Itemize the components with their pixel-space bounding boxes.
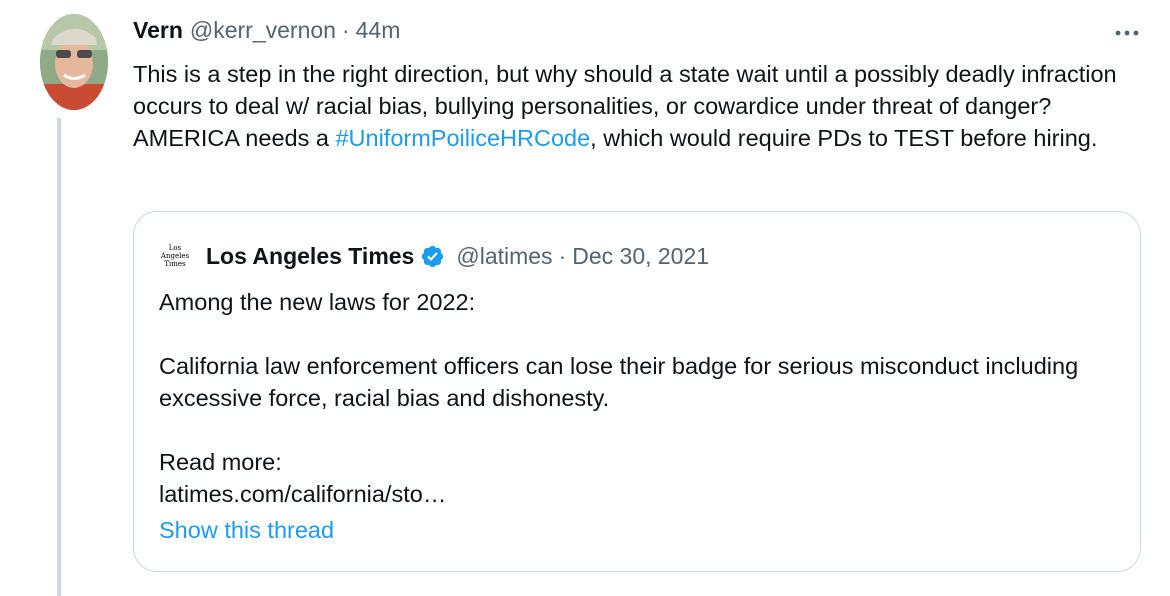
- logo-text-los: Los: [168, 244, 182, 252]
- tweet-text: This is a step in the right direction, b…: [133, 58, 1143, 154]
- author-name[interactable]: Vern: [133, 14, 183, 46]
- verified-badge-icon: [422, 245, 444, 267]
- quoted-author-name[interactable]: Los Angeles Times: [206, 243, 414, 270]
- quoted-author-handle[interactable]: @latimes: [456, 243, 552, 270]
- thread-line: [57, 118, 61, 596]
- tweet-header: Vern @kerr_vernon · 44m: [133, 14, 400, 46]
- show-thread-link[interactable]: Show this thread: [159, 514, 334, 546]
- logo-text-times: Times: [164, 260, 186, 268]
- tweet[interactable]: Vern @kerr_vernon · 44m This is a step i…: [0, 0, 1170, 596]
- quoted-tweet-card[interactable]: Los Angeles Times Los Angeles Times @lat…: [133, 211, 1141, 572]
- quoted-tweet-text: Among the new laws for 2022: California …: [159, 286, 1119, 510]
- author-handle[interactable]: @kerr_vernon: [190, 14, 336, 46]
- quoted-text-line2: California law enforcement officers can …: [159, 353, 1079, 411]
- logo-text-angeles: Angeles: [160, 252, 190, 260]
- hashtag-link[interactable]: #UniformPoiliceHRCode: [335, 125, 590, 151]
- quoted-text-line3: Read more:: [159, 449, 282, 475]
- tweet-time[interactable]: 44m: [356, 14, 401, 46]
- quoted-article-link[interactable]: latimes.com/california/sto…: [159, 478, 1119, 510]
- avatar[interactable]: [40, 14, 108, 110]
- quoted-text-line1: Among the new laws for 2022:: [159, 289, 476, 315]
- quoted-tweet-date[interactable]: Dec 30, 2021: [572, 243, 709, 270]
- latimes-logo-icon[interactable]: Los Angeles Times: [159, 240, 191, 272]
- more-options-icon[interactable]: [1113, 26, 1141, 38]
- quoted-tweet-header: Los Angeles Times Los Angeles Times @lat…: [159, 240, 709, 272]
- quoted-separator-dot: ·: [558, 242, 567, 269]
- tweet-text-part2: , which would require PDs to TEST before…: [590, 125, 1098, 151]
- separator-dot: ·: [341, 17, 350, 43]
- avatar-photo-icon: [40, 14, 108, 110]
